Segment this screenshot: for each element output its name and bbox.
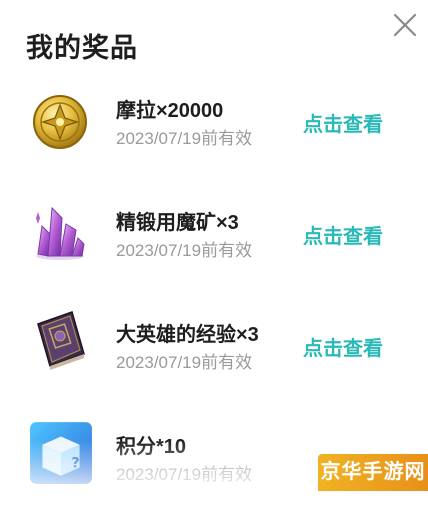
exp-book-icon (37, 311, 85, 370)
prize-name: 摩拉×20000 (116, 100, 224, 122)
crystal-ore-icon (36, 206, 85, 260)
mora-coin-icon (33, 95, 87, 149)
page-title: 我的奖品 (26, 33, 138, 63)
list-item: 摩拉×20000 2023/07/19前有效 点击查看 (0, 86, 428, 186)
prize-valid-date: 2023/07/19前有效 (116, 241, 253, 260)
view-button[interactable]: 点击查看 (303, 220, 383, 249)
view-button[interactable]: 点击查看 (303, 108, 383, 137)
view-button[interactable]: 点击查看 (303, 332, 383, 361)
prize-name: 精锻用魔矿×3 (116, 212, 239, 234)
prize-valid-date: 2023/07/19前有效 (116, 129, 253, 148)
watermark: 京华手游网 (318, 454, 428, 491)
prize-name: 大英雄的经验×3 (116, 324, 259, 346)
close-icon (393, 13, 417, 37)
mystery-box-icon: ? (30, 422, 92, 484)
prize-valid-date: 2023/07/19前有效 (116, 353, 253, 372)
list-item: 大英雄的经验×3 2023/07/19前有效 点击查看 (0, 306, 428, 406)
prize-valid-date: 2023/07/19前有效 (116, 465, 253, 484)
list-item: 精锻用魔矿×3 2023/07/19前有效 点击查看 (0, 196, 428, 296)
close-button[interactable] (392, 12, 418, 38)
svg-text:?: ? (71, 455, 79, 471)
prize-name: 积分*10 (116, 436, 187, 458)
